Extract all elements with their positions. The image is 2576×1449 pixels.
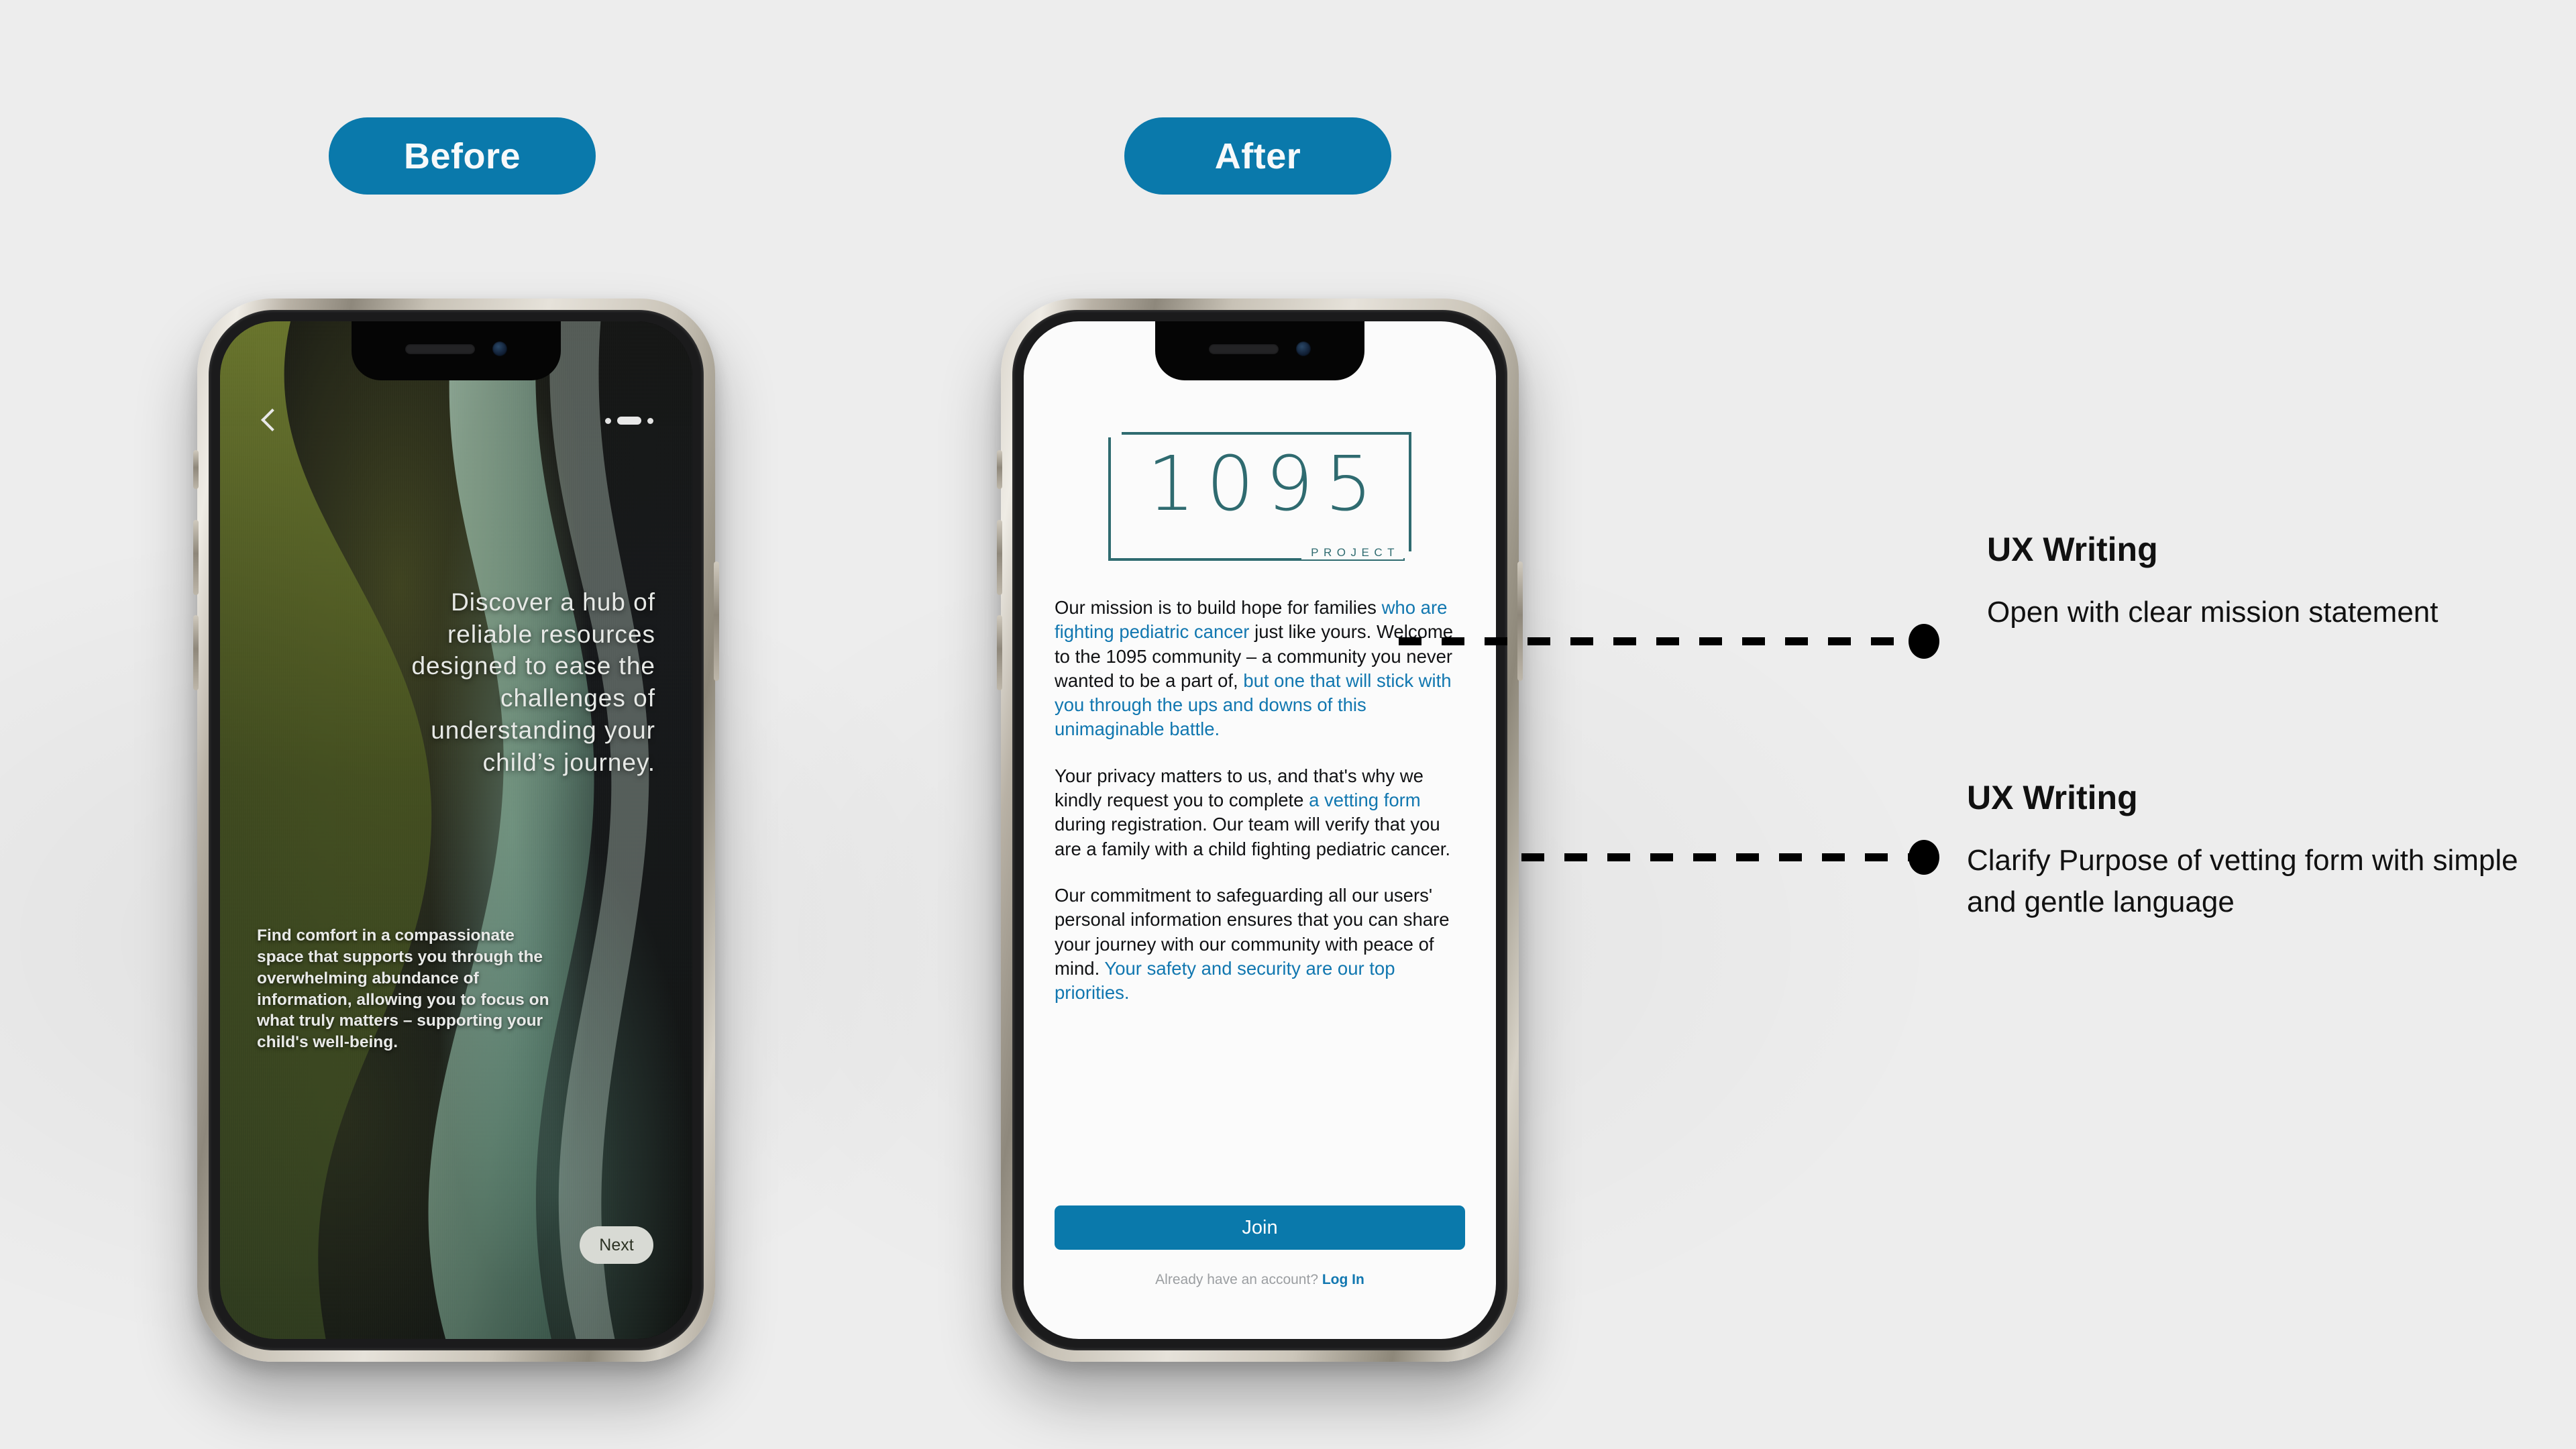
next-button[interactable]: Next — [580, 1226, 653, 1264]
highlighted-phrase[interactable]: Your safety and security are our top pri… — [1055, 958, 1395, 1003]
before-label-pill: Before — [329, 117, 596, 195]
login-footer-prefix: Already have an account? — [1155, 1272, 1322, 1287]
phone-bezel: Discover a hub of reliable resources des… — [209, 310, 704, 1350]
after-screen: 1095 PROJECT Our mission is to build hop… — [1024, 321, 1496, 1339]
before-headline: Discover a hub of reliable resources des… — [411, 588, 655, 776]
volume-down-button[interactable] — [193, 615, 199, 690]
front-camera-icon — [492, 341, 507, 356]
next-button-label: Next — [599, 1235, 634, 1254]
phone-bezel: 1095 PROJECT Our mission is to build hop… — [1012, 310, 1507, 1350]
logo-number: 1095 — [1146, 441, 1385, 528]
after-label-text: After — [1214, 136, 1301, 176]
login-footer: Already have an account? Log In — [1024, 1272, 1496, 1288]
device-notch — [352, 321, 561, 380]
volume-up-button[interactable] — [193, 520, 199, 595]
annotation-2-body: Clarify Purpose of vetting form with sim… — [1967, 844, 2518, 919]
annotation-1-body: Open with clear mission statement — [1987, 596, 2438, 629]
canvas: Before After Discover a hub of reliable … — [0, 0, 2576, 1449]
callout-dashed-line-1 — [1399, 637, 1909, 645]
paragraph-text: during registration. Our team will verif… — [1055, 814, 1451, 859]
join-button-label: Join — [1242, 1216, 1278, 1238]
page-indicator[interactable] — [605, 417, 653, 425]
highlighted-phrase[interactable]: a vetting form — [1309, 790, 1421, 810]
earpiece-speaker-icon — [1209, 343, 1279, 354]
page-dot-active — [617, 417, 641, 425]
after-label-pill: After — [1124, 117, 1391, 195]
app-logo: 1095 PROJECT — [1104, 428, 1415, 565]
mission-paragraph: Our commitment to safeguarding all our u… — [1055, 883, 1465, 1005]
phone-mockup-after: 1095 PROJECT Our mission is to build hop… — [997, 299, 1523, 1362]
page-dot — [647, 417, 653, 424]
callout-dot-1 — [1909, 624, 1939, 659]
before-label-text: Before — [403, 136, 521, 176]
silent-switch[interactable] — [193, 450, 199, 489]
annotation-2: UX Writing Clarify Purpose of vetting fo… — [1967, 778, 2530, 924]
annotation-1: UX Writing Open with clear mission state… — [1979, 530, 2449, 633]
callout-dashed-line-2 — [1521, 853, 1911, 861]
power-button[interactable] — [714, 561, 719, 681]
power-button[interactable] — [1517, 561, 1523, 681]
mission-copy-block: Our mission is to build hope for familie… — [1055, 596, 1465, 1027]
annotation-2-title: UX Writing — [1967, 779, 2138, 816]
join-button[interactable]: Join — [1055, 1205, 1465, 1250]
volume-up-button[interactable] — [997, 520, 1002, 595]
volume-down-button[interactable] — [997, 615, 1002, 690]
callout-dot-2 — [1909, 840, 1939, 875]
phone-mockup-before: Discover a hub of reliable resources des… — [193, 299, 719, 1362]
before-body-text: Find comfort in a compassionate space th… — [257, 926, 549, 1052]
earpiece-speaker-icon — [405, 343, 475, 354]
page-dot — [605, 417, 611, 424]
logo-subtitle: PROJECT — [1301, 546, 1403, 559]
mission-paragraph: Your privacy matters to us, and that's w… — [1055, 764, 1465, 861]
before-screen: Discover a hub of reliable resources des… — [220, 321, 692, 1339]
silent-switch[interactable] — [997, 450, 1002, 489]
log-in-link[interactable]: Log In — [1322, 1272, 1364, 1287]
before-top-bar — [220, 402, 692, 439]
device-notch — [1155, 321, 1364, 380]
logo-frame-gap-bottom-right — [1405, 551, 1415, 565]
logo-frame-gap-top-left — [1104, 428, 1122, 437]
paragraph-text: Our mission is to build hope for familie… — [1055, 597, 1382, 618]
film-grain-overlay — [220, 321, 692, 1339]
front-camera-icon — [1296, 341, 1311, 356]
chevron-left-icon[interactable] — [259, 406, 276, 435]
mission-paragraph: Our mission is to build hope for familie… — [1055, 596, 1465, 742]
annotation-1-title: UX Writing — [1987, 531, 2158, 568]
